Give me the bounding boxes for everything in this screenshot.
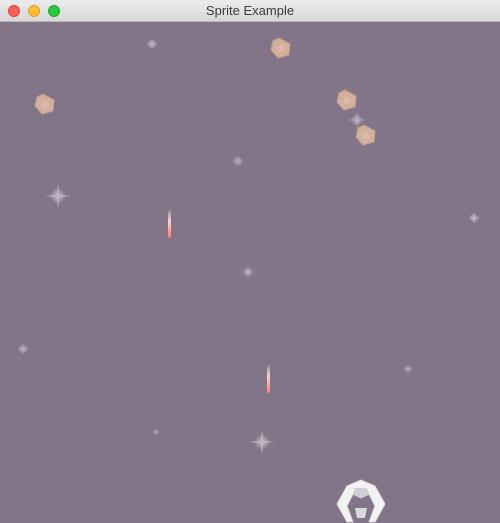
asteroid [336,89,357,111]
app-window: Sprite Example [0,0,500,523]
laser-bolt [168,210,171,238]
asteroids [34,37,376,146]
star [152,428,160,436]
asteroid [355,124,376,146]
asteroid [270,37,291,59]
star [468,212,480,224]
star [241,265,255,279]
player-ship [336,479,386,523]
star [403,364,413,374]
background-stars [17,38,480,455]
star [231,154,245,168]
star [45,183,71,209]
asteroid [34,93,55,115]
title-bar: Sprite Example [0,0,500,22]
star [17,343,29,355]
window-title: Sprite Example [205,3,295,18]
lasers [168,210,270,393]
star [249,429,275,455]
star [146,38,158,50]
game-canvas[interactable] [0,22,500,523]
game-scene-svg [17,37,480,523]
laser-bolt [267,365,270,393]
